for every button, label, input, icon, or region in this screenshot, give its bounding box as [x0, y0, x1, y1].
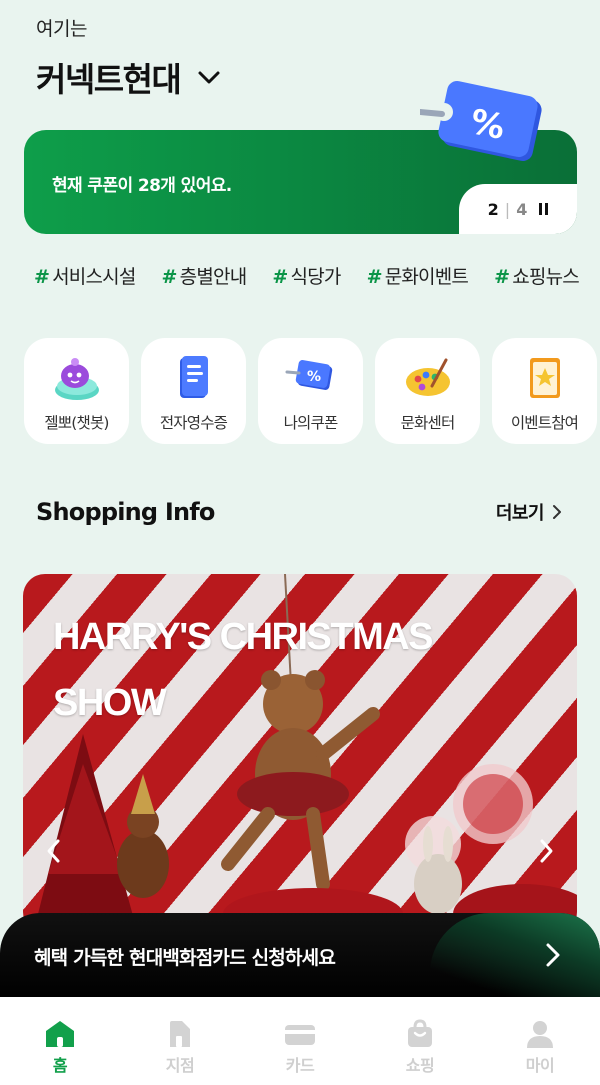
- tab-label: 카드: [285, 1056, 315, 1075]
- header-subtitle: 여기는: [36, 18, 87, 40]
- tab-card[interactable]: 카드: [260, 1019, 340, 1085]
- palette-icon: [405, 358, 450, 396]
- chevron-right-icon: [553, 505, 561, 519]
- event-icon: [529, 358, 560, 398]
- hashtag-floor-guide[interactable]: # 층별안내: [162, 262, 248, 289]
- promo-title: HARRY'S CHRISTMAS SHOW: [53, 616, 434, 724]
- shopping-info-header: Shopping Info 더보기: [36, 498, 562, 526]
- tab-shopping[interactable]: 쇼핑: [380, 1019, 460, 1085]
- tab-home[interactable]: 홈: [20, 1019, 100, 1085]
- header: 여기는 커넥트현대: [36, 14, 222, 101]
- home-icon: [46, 1021, 74, 1047]
- chatbot-icon: [54, 358, 99, 400]
- pager-separator: |: [504, 199, 511, 219]
- chevron-down-icon: [198, 71, 220, 84]
- coupon-tag-illustration: %: [420, 80, 542, 162]
- svg-text:%: %: [306, 369, 320, 385]
- shortcut-chatbot[interactable]: 젤뽀(챗봇): [24, 338, 129, 444]
- hashtag-shopping-news[interactable]: # 쇼핑뉴스: [494, 262, 580, 289]
- carousel-prev-icon[interactable]: [39, 836, 69, 866]
- more-label: 더보기: [495, 503, 545, 524]
- coupon-count-text: 현재 쿠폰이 28개 있어요.: [52, 176, 232, 196]
- shortcut-label: 전자영수증: [159, 414, 228, 432]
- pager-total: 4: [516, 199, 528, 219]
- shopping-bag-icon: [408, 1019, 432, 1047]
- shortcut-culture-center[interactable]: 문화센터: [375, 338, 480, 444]
- shortcut-receipt[interactable]: 전자영수증: [141, 338, 246, 444]
- tab-label: 홈: [52, 1056, 68, 1075]
- chevron-right-icon: [546, 943, 560, 967]
- more-button[interactable]: 더보기: [496, 499, 562, 525]
- coupon-icon: %: [285, 360, 332, 390]
- tab-stores[interactable]: 지점: [140, 1019, 220, 1085]
- shortcut-my-coupon[interactable]: % 나의쿠폰: [258, 338, 363, 444]
- shortcut-event[interactable]: 이벤트참여: [492, 338, 597, 444]
- card-icon: [285, 1025, 315, 1045]
- pager-current: 2: [487, 199, 499, 219]
- hashtag-service[interactable]: # 서비스시설: [34, 262, 136, 289]
- bottom-tab-bar: 홈 지점 카드 쇼핑 마이: [0, 997, 600, 1085]
- store-selector[interactable]: 커넥트현대: [36, 53, 222, 101]
- shortcut-label: 나의쿠폰: [283, 414, 339, 432]
- banner-glow: [430, 913, 600, 999]
- pause-icon[interactable]: [539, 203, 549, 215]
- store-name: 커넥트현대: [36, 60, 182, 99]
- tab-label: 지점: [165, 1056, 195, 1075]
- section-title: Shopping Info: [36, 498, 215, 526]
- store-icon: [170, 1021, 190, 1047]
- receipt-icon: [179, 356, 208, 398]
- user-icon: [527, 1021, 553, 1048]
- hashtag-list: # 서비스시설 # 층별안내 # 식당가 # 문화이벤트 # 쇼핑뉴스: [34, 262, 580, 289]
- card-banner-text: 혜택 가득한 현대백화점카드 신청하세요: [34, 947, 336, 969]
- shortcut-label: 이벤트참여: [510, 414, 579, 432]
- promo-carousel-card[interactable]: HARRY'S CHRISTMAS SHOW: [23, 574, 577, 934]
- tab-label: 마이: [525, 1056, 555, 1075]
- hashtag-dining[interactable]: # 식당가: [272, 262, 341, 289]
- tab-label: 쇼핑: [405, 1056, 435, 1075]
- card-application-banner[interactable]: 혜택 가득한 현대백화점카드 신청하세요: [0, 913, 600, 999]
- carousel-next-icon[interactable]: [531, 836, 561, 866]
- shortcut-label: 문화센터: [400, 414, 456, 432]
- shortcut-list: 젤뽀(챗봇) 전자영수증 % 나의쿠폰 문화센터 이벤트참여: [24, 338, 600, 444]
- tab-my[interactable]: 마이: [500, 1019, 580, 1085]
- shortcut-label: 젤뽀(챗봇): [44, 414, 109, 432]
- hashtag-culture-event[interactable]: # 문화이벤트: [367, 262, 469, 289]
- banner-pager: 2 | 4: [459, 184, 577, 234]
